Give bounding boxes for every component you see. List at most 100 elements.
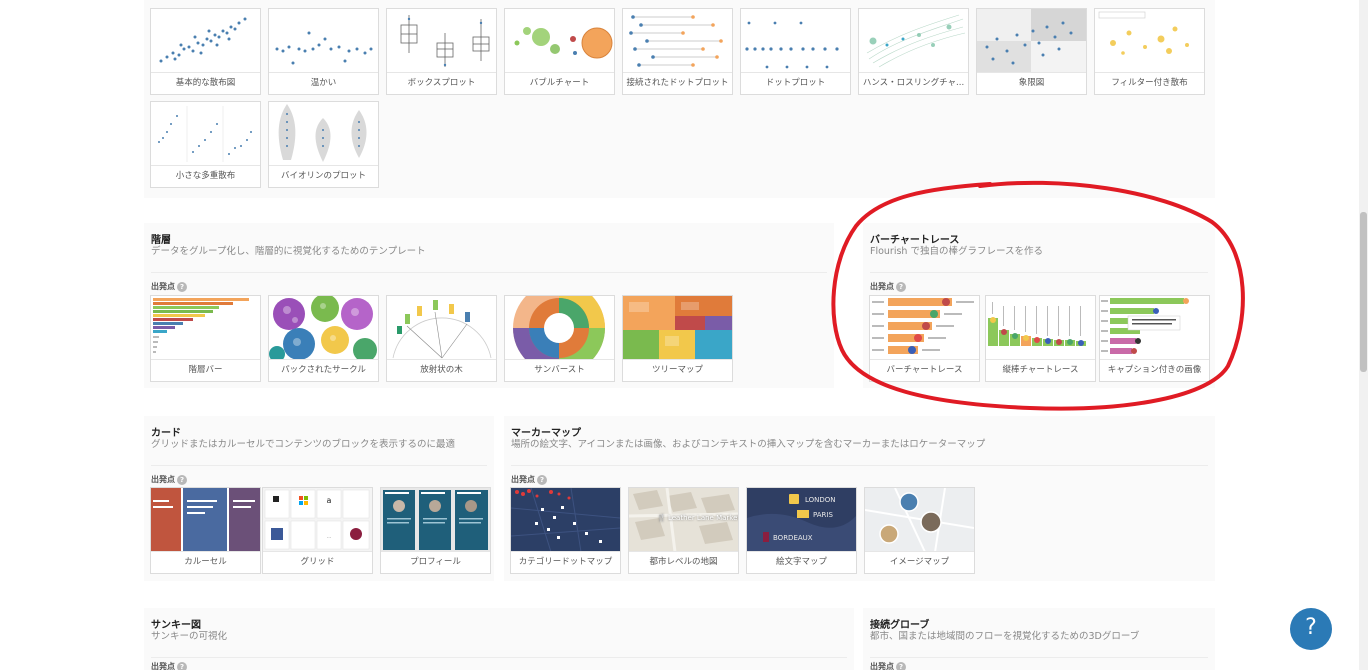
help-question-icon[interactable]: ? (177, 282, 187, 292)
template-card-profile[interactable]: プロフィール (380, 487, 491, 574)
section-divider (870, 272, 1208, 273)
template-card-emoji-map[interactable]: LONDON PARIS BORDEAUX 絵文字マップ (746, 487, 857, 574)
hierarchy-section: 階層 データをグループ化し、階層的に視覚化するためのテンプレート 出発点? 階層… (144, 223, 834, 388)
help-button[interactable]: ? (1290, 608, 1332, 650)
template-card-grid[interactable]: a … グリッド (262, 487, 373, 574)
filter-scatter-thumbnail (1095, 9, 1204, 73)
card-label: ドットプロット (741, 72, 850, 94)
card-label: パックされたサークル (269, 359, 378, 381)
help-question-icon[interactable]: ? (896, 662, 906, 670)
template-card-warm[interactable]: 温かい (268, 8, 379, 95)
template-card-city-map[interactable]: 🍴 Leather Lane Market 都市レベルの地図 (628, 487, 739, 574)
start-label: 出発点? (151, 474, 187, 485)
template-card-basic-scatter[interactable]: 基本的な散布図 (150, 8, 261, 95)
boxplot-thumbnail (387, 9, 496, 73)
card-label: フィルター付き散布 (1095, 72, 1204, 94)
template-card-filter-scatter[interactable]: フィルター付き散布 (1094, 8, 1205, 95)
section-description: 都市、国または地域間のフローを視覚化するための3Dグローブ (870, 631, 1140, 642)
section-divider (870, 657, 1208, 658)
card-label: 放射状の木 (387, 359, 496, 381)
sunburst-thumbnail (505, 296, 614, 360)
scrollbar-thumb[interactable] (1360, 212, 1367, 372)
card-label: ボックスプロット (387, 72, 496, 94)
section-divider (151, 657, 847, 658)
template-card-boxplot[interactable]: ボックスプロット (386, 8, 497, 95)
page-scrollbar[interactable] (1359, 0, 1368, 670)
help-question-icon[interactable]: ? (177, 475, 187, 485)
card-label: バブルチャート (505, 72, 614, 94)
city-map-thumbnail: 🍴 Leather Lane Market (629, 488, 738, 552)
template-card-connected-dot[interactable]: 接続されたドットプロット (622, 8, 733, 95)
city-map-marker-label: 🍴 Leather Lane Market (657, 514, 738, 522)
card-label: 基本的な散布図 (151, 72, 260, 94)
city-map-text: Leather Lane Market (667, 514, 738, 522)
card-label: イメージマップ (865, 551, 974, 573)
template-card-bar-chart-race[interactable]: バーチャートレース (869, 295, 980, 382)
card-label: カテゴリードットマップ (511, 551, 620, 573)
template-card-hans-rosling[interactable]: ハンス・ロスリングチャ... (858, 8, 969, 95)
small-multiples-thumbnail (151, 102, 260, 166)
card-label: 都市レベルの地図 (629, 551, 738, 573)
template-card-image-map[interactable]: イメージマップ (864, 487, 975, 574)
category-dot-map-thumbnail (511, 488, 620, 552)
start-label: 出発点? (870, 281, 906, 292)
hierarchy-bar-thumbnail (151, 296, 260, 360)
card-label: カルーセル (151, 551, 260, 573)
help-question-icon[interactable]: ? (177, 662, 187, 670)
section-divider (151, 465, 487, 466)
template-card-dot-plot[interactable]: ドットプロット (740, 8, 851, 95)
grid-thumbnail: a … (263, 488, 372, 552)
violin-thumbnail (269, 102, 378, 166)
card-label: バーチャートレース (870, 359, 979, 381)
template-card-column-chart-race[interactable]: 縦棒チャートレース (985, 295, 1096, 382)
start-label: 出発点? (151, 661, 187, 670)
warm-thumbnail (269, 9, 378, 73)
captioned-image-thumbnail (1100, 296, 1209, 360)
template-card-carousel[interactable]: カルーセル (150, 487, 261, 574)
carousel-thumbnail (151, 488, 260, 552)
card-label: 縦棒チャートレース (986, 359, 1095, 381)
connected-globe-section: 接続グローブ 都市、国または地域間のフローを視覚化するための3Dグローブ 出発点… (863, 608, 1215, 670)
card-label: 象限図 (977, 72, 1086, 94)
template-card-captioned-image[interactable]: キャプション付きの画像 (1099, 295, 1210, 382)
section-description: グリッドまたはカルーセルでコンテンツのブロックを表示するのに最適 (151, 439, 456, 450)
fork-knife-icon: 🍴 (657, 514, 666, 522)
hans-rosling-thumbnail (859, 9, 968, 73)
template-card-packed-circles[interactable]: パックされたサークル (268, 295, 379, 382)
template-card-small-multiples[interactable]: 小さな多重散布 (150, 101, 261, 188)
start-label-text: 出発点 (151, 282, 175, 291)
template-card-category-dot-map[interactable]: カテゴリードットマップ (510, 487, 621, 574)
help-question-icon[interactable]: ? (896, 282, 906, 292)
template-card-quadrant[interactable]: 象限図 (976, 8, 1087, 95)
cards-section: カード グリッドまたはカルーセルでコンテンツのブロックを表示するのに最適 出発点… (144, 416, 494, 581)
start-label: 出発点? (151, 281, 187, 292)
template-card-hierarchy-bar[interactable]: 階層バー (150, 295, 261, 382)
emoji-map-label-bordeaux: BORDEAUX (773, 534, 813, 542)
card-label: ハンス・ロスリングチャ... (859, 72, 968, 94)
bar-chart-race-section: バーチャートレース Flourish で独自の棒グラフレースを作る 出発点? バ… (863, 223, 1215, 388)
sankey-section: サンキー図 サンキーの可視化 出発点? (144, 608, 854, 670)
template-card-radial-tree[interactable]: 放射状の木 (386, 295, 497, 382)
section-description: サンキーの可視化 (151, 631, 228, 642)
dot-plot-thumbnail (741, 9, 850, 73)
card-label: グリッド (263, 551, 372, 573)
template-card-treemap[interactable]: ツリーマップ (622, 295, 733, 382)
start-label-text: 出発点 (870, 282, 894, 291)
section-description: 場所の絵文字、アイコンまたは画像、およびコンテキストの挿入マップを含むマーカーま… (511, 439, 986, 450)
template-card-bubble[interactable]: バブルチャート (504, 8, 615, 95)
template-card-sunburst[interactable]: サンバースト (504, 295, 615, 382)
card-label: 接続されたドットプロット (623, 72, 732, 94)
help-question-icon[interactable]: ? (537, 475, 547, 485)
start-label: 出発点? (870, 661, 906, 670)
emoji-map-label-london: LONDON (805, 496, 836, 504)
template-card-violin[interactable]: バイオリンのプロット (268, 101, 379, 188)
start-label: 出発点? (511, 474, 547, 485)
section-description: Flourish で独自の棒グラフレースを作る (870, 246, 1043, 257)
start-label-text: 出発点 (870, 662, 894, 670)
marker-map-section: マーカーマップ 場所の絵文字、アイコンまたは画像、およびコンテキストの挿入マップ… (504, 416, 1215, 581)
section-divider (511, 465, 1208, 466)
start-label-text: 出発点 (511, 475, 535, 484)
connected-dot-thumbnail (623, 9, 732, 73)
scatter-section: 基本的な散布図 温かい ボックスプロット バブルチャート 接続されたドットプロッ… (144, 0, 1215, 198)
start-label-text: 出発点 (151, 475, 175, 484)
